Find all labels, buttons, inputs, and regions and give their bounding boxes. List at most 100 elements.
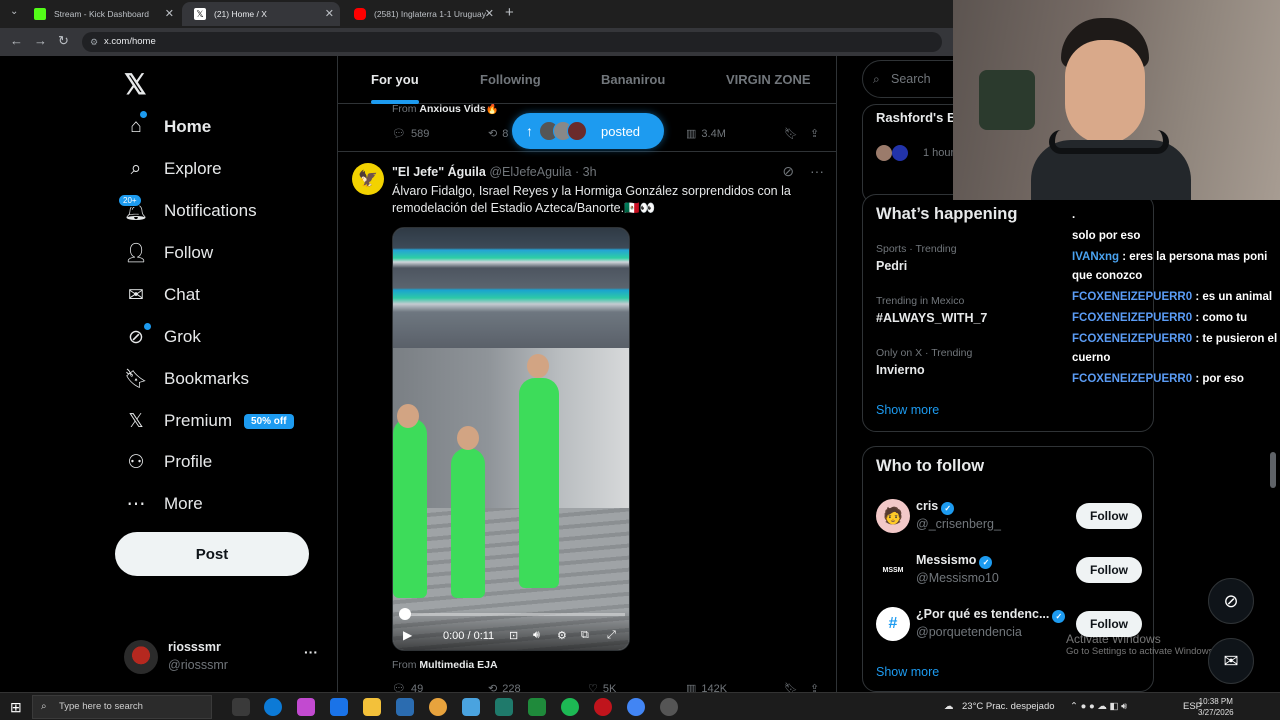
views-button[interactable]: ▥ 142K — [686, 682, 727, 693]
follow-button[interactable]: Follow — [1076, 503, 1142, 529]
browser-tab-kick[interactable]: Stream - Kick Dashboard ✕ — [22, 2, 180, 26]
copilot-icon[interactable] — [297, 698, 315, 716]
edge-icon[interactable] — [264, 698, 282, 716]
close-tab-icon[interactable]: ✕ — [485, 2, 494, 26]
x-logo-icon[interactable]: 𝕏 — [124, 68, 147, 101]
from-name[interactable]: Anxious Vids🔥 — [419, 103, 498, 115]
browser-tab-youtube[interactable]: (2581) Inglaterra 1-1 Uruguay | ✕ — [342, 2, 500, 43]
tab-bananirou[interactable]: Bananirou — [601, 56, 665, 104]
reply-button[interactable]: 💬︎ 589 — [392, 127, 429, 141]
nav-bookmarks[interactable]: 🔖︎ Bookmarks — [124, 359, 249, 399]
reply-button[interactable]: 💬︎ 49 — [392, 682, 423, 693]
trend-item[interactable]: Sports · Trending Pedri — [876, 243, 957, 273]
repost-count: 228 — [502, 682, 521, 693]
new-posts-pill[interactable]: ↑ posted — [512, 113, 664, 149]
nav-chat[interactable]: ✉ Chat — [124, 275, 200, 315]
grok-icon[interactable]: ⊘ — [782, 163, 794, 179]
nav-more[interactable]: ⋯ More — [124, 484, 203, 524]
pip-icon[interactable]: ⧉ — [581, 629, 589, 642]
taskbar-search-input[interactable]: ⌕ Type here to search — [32, 695, 212, 719]
follow-suggestion[interactable]: 🧑 cris ✓ @_crisenberg_ Follow — [876, 497, 1142, 537]
follow-suggestion[interactable]: MSSM Messismo ✓ @Messismo10 Follow — [876, 551, 1142, 591]
app-icon[interactable] — [396, 698, 414, 716]
grok-float-icon[interactable]: ⊘ — [1208, 578, 1254, 624]
spotify-icon[interactable] — [561, 698, 579, 716]
fullscreen-icon[interactable]: ⤢ — [607, 629, 616, 642]
tab-following[interactable]: Following — [480, 56, 541, 104]
tab-for-you[interactable]: For you — [371, 56, 419, 104]
opera-icon[interactable] — [594, 698, 612, 716]
tweet-time[interactable]: · 3h — [575, 165, 597, 179]
nav-premium[interactable]: 𝕏 Premium 50% off — [124, 401, 294, 441]
volume-icon[interactable]: 🔊︎ — [533, 629, 540, 642]
from-name[interactable]: Multimedia EJA — [419, 659, 497, 671]
show-more-link[interactable]: Show more — [876, 403, 939, 417]
follow-button[interactable]: Follow — [1076, 557, 1142, 583]
trend-item[interactable]: Trending in Mexico #ALWAYS_WITH_7 — [876, 295, 987, 325]
nav-notifications[interactable]: 🔔︎ Notifications — [124, 191, 257, 231]
outlook-icon[interactable] — [330, 698, 348, 716]
reply-icon: 💬︎ — [392, 683, 406, 692]
verified-icon: ✓ — [979, 556, 993, 569]
trend-item[interactable]: Only on X · Trending Invierno — [876, 347, 972, 377]
taskbar-clock[interactable]: 10:38 PM 3/27/2026 — [1198, 696, 1234, 718]
tweet[interactable]: 🦅 "El Jefe" Águila @ElJefeAguila · 3h ⊘ … — [338, 153, 836, 692]
page-scrollbar[interactable] — [1270, 452, 1276, 488]
app-icon[interactable] — [462, 698, 480, 716]
tray-icons[interactable]: ⌃ ● ● ☁ ◧ 🔊︎ — [1070, 701, 1127, 712]
settings-icon[interactable]: ⚙ — [557, 629, 567, 642]
new-tab-button[interactable]: + — [505, 4, 514, 21]
nav-home[interactable]: ⌂ Home — [124, 107, 211, 147]
nav-explore[interactable]: ⌕ Explore — [124, 149, 222, 189]
url-field[interactable]: ⚙ x.com/home — [82, 32, 942, 52]
video-player[interactable]: ▶ 0:00 / 0:11 ⊡ 🔊︎ ⚙ ⧉ ⤢ — [392, 227, 630, 651]
weather-icon[interactable]: ☁ — [944, 701, 954, 712]
app-icon[interactable] — [495, 698, 513, 716]
bookmark-icon: 🔖︎ — [784, 683, 798, 692]
captions-icon[interactable]: ⊡ — [509, 629, 518, 642]
more-icon[interactable]: ··· — [304, 644, 318, 660]
avatar[interactable]: 🦅 — [352, 163, 384, 195]
site-info-icon[interactable]: ⚙ — [90, 32, 98, 52]
author-name[interactable]: "El Jefe" Águila — [392, 165, 486, 179]
show-more-link[interactable]: Show more — [876, 665, 939, 679]
verified-icon: ✓ — [1052, 610, 1066, 623]
weather-text[interactable]: 23°C Prac. despejado — [962, 701, 1055, 712]
tab-virgin-zone[interactable]: VIRGIN ZONE — [726, 56, 811, 104]
author-handle[interactable]: @ElJefeAguila — [489, 165, 571, 179]
share-button[interactable]: ⇪ — [810, 682, 819, 692]
task-view-icon[interactable] — [232, 698, 250, 716]
share-button[interactable]: ⇪ — [810, 127, 819, 140]
windows-start-icon[interactable]: ⊞ — [10, 699, 22, 716]
bookmark-button[interactable]: 🔖︎ — [784, 127, 798, 140]
chrome-icon[interactable] — [627, 698, 645, 716]
reload-icon[interactable]: ↻ — [58, 33, 69, 49]
more-icon[interactable]: ··· — [810, 163, 824, 179]
obs-icon[interactable] — [660, 698, 678, 716]
close-tab-icon[interactable]: ✕ — [165, 2, 174, 26]
chrome-icon[interactable] — [429, 698, 447, 716]
play-icon[interactable]: ▶ — [403, 628, 412, 642]
nav-label: Profile — [164, 452, 213, 471]
post-button[interactable]: Post — [115, 532, 309, 576]
file-explorer-icon[interactable] — [363, 698, 381, 716]
taskbar-search-placeholder: Type here to search — [59, 701, 143, 712]
messages-float-icon[interactable]: ✉ — [1208, 638, 1254, 684]
bookmark-button[interactable]: 🔖︎ — [784, 682, 798, 692]
tab-search-icon[interactable]: ⌄ — [10, 6, 18, 17]
video-scrubber-handle[interactable] — [399, 608, 411, 620]
account-switcher[interactable]: riosssmr @riosssmr ··· — [124, 638, 324, 678]
forward-icon[interactable]: → — [34, 33, 47, 48]
views-button[interactable]: ▥ 3.4M — [686, 127, 726, 141]
nav-grok[interactable]: ⊘ Grok — [124, 317, 201, 357]
close-tab-icon[interactable]: ✕ — [325, 2, 334, 26]
nav-profile[interactable]: ⚇ Profile — [124, 442, 212, 482]
nav-follow[interactable]: 👤︎ Follow — [124, 233, 213, 273]
repost-button[interactable]: ⟲ 8 — [488, 127, 508, 141]
back-icon[interactable]: ← — [10, 33, 23, 48]
browser-tab-x[interactable]: 𝕏 (21) Home / X ✕ — [182, 2, 340, 26]
app-icon[interactable] — [528, 698, 546, 716]
like-button[interactable]: ♡ 5K — [588, 682, 616, 693]
repost-button[interactable]: ⟲ 228 — [488, 682, 521, 693]
video-progress-bar[interactable] — [399, 613, 625, 616]
